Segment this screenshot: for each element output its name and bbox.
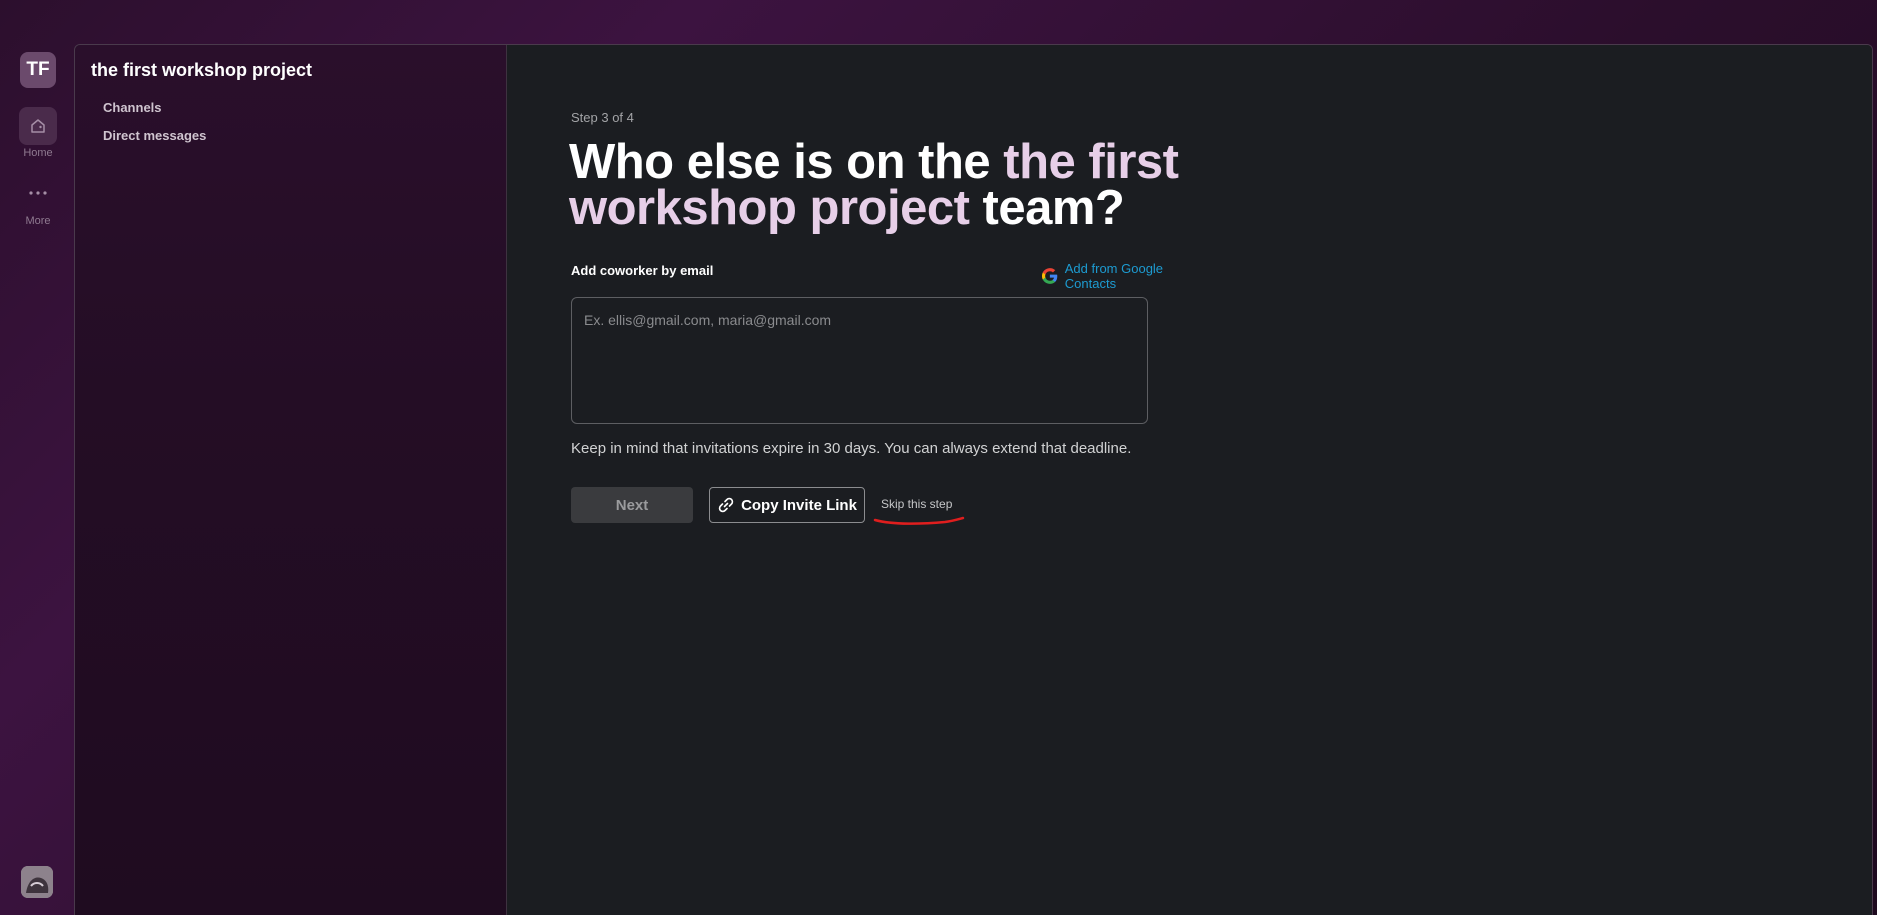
user-avatar-icon	[21, 866, 53, 898]
email-field-label: Add coworker by email	[571, 263, 714, 278]
sidebar-item-direct-messages[interactable]: Direct messages	[103, 128, 206, 143]
workspace-rail: TF Home More	[0, 0, 74, 915]
annotation-underline	[873, 516, 965, 525]
more-icon	[29, 191, 47, 195]
google-contacts-link[interactable]: Add from Google Contacts	[1041, 261, 1216, 291]
workspace-name[interactable]: the first workshop project	[91, 60, 312, 81]
step-indicator: Step 3 of 4	[571, 110, 634, 125]
app-frame: the first workshop project Channels Dire…	[74, 44, 1873, 915]
next-button[interactable]: Next	[571, 487, 693, 523]
copy-invite-link-label: Copy Invite Link	[741, 496, 857, 514]
sidebar-item-channels[interactable]: Channels	[103, 100, 162, 115]
email-input[interactable]	[571, 297, 1148, 424]
expiry-note: Keep in mind that invitations expire in …	[571, 440, 1132, 457]
google-contacts-label: Add from Google Contacts	[1064, 261, 1164, 291]
link-icon	[718, 497, 734, 513]
onboarding-panel: Step 3 of 4 Who else is on the the first…	[507, 45, 1872, 915]
home-label: Home	[23, 147, 53, 159]
skip-step-button[interactable]: Skip this step	[881, 497, 952, 511]
more-label: More	[25, 215, 51, 227]
more-button[interactable]	[19, 174, 57, 212]
workspace-avatar[interactable]: TF	[20, 52, 56, 88]
home-button[interactable]	[19, 107, 57, 145]
home-icon	[31, 119, 45, 133]
google-icon	[1041, 268, 1058, 284]
title-suffix: team?	[969, 181, 1125, 235]
user-avatar[interactable]	[21, 866, 53, 898]
page-title: Who else is on the the first workshop pr…	[569, 138, 1189, 233]
copy-invite-link-button[interactable]: Copy Invite Link	[709, 487, 865, 523]
sidebar: the first workshop project Channels Dire…	[75, 45, 507, 915]
